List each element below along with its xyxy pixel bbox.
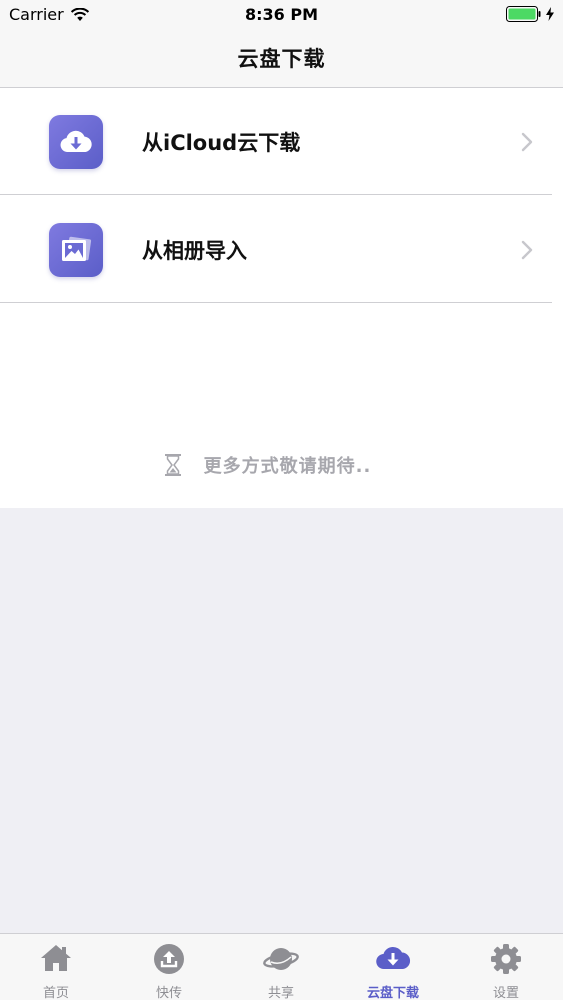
charging-bolt-icon bbox=[546, 7, 554, 21]
tab-home[interactable]: 首页 bbox=[0, 934, 112, 1000]
tab-label: 云盘下载 bbox=[366, 986, 419, 1000]
tab-label: 共享 bbox=[267, 986, 294, 1000]
battery-icon bbox=[506, 6, 541, 22]
row-divider bbox=[0, 302, 552, 303]
download-options: 从iCloud云下载 从相册导入 更多方式敬请期待.. bbox=[0, 88, 563, 508]
hourglass-icon bbox=[164, 454, 181, 476]
chevron-right-icon bbox=[521, 240, 533, 260]
list-item-photo-import[interactable]: 从相册导入 bbox=[0, 196, 563, 304]
page-title: 云盘下载 bbox=[237, 46, 326, 71]
tab-label: 首页 bbox=[42, 986, 69, 1000]
tab-cloud-download[interactable]: 云盘下载 bbox=[337, 934, 449, 1000]
tab-share[interactable]: 共享 bbox=[225, 934, 337, 1000]
status-bar: Carrier 8:36 PM bbox=[0, 0, 563, 28]
planet-icon bbox=[263, 948, 299, 970]
cloud-download-icon bbox=[376, 946, 411, 970]
list-item-label: 从相册导入 bbox=[142, 239, 247, 263]
upload-circle-icon bbox=[154, 944, 184, 974]
more-options-note: 更多方式敬请期待.. bbox=[0, 450, 563, 480]
navigation-bar: 云盘下载 bbox=[0, 28, 563, 88]
gear-icon bbox=[491, 944, 521, 974]
screen: Carrier 8:36 PM 云盘下载 从iCloud云下载 从相册导入 更多… bbox=[0, 0, 563, 1000]
list-item-icloud-download[interactable]: 从iCloud云下载 bbox=[0, 88, 563, 196]
tab-label: 设置 bbox=[492, 986, 519, 1000]
home-icon bbox=[41, 945, 71, 971]
battery-indicator bbox=[506, 6, 555, 22]
list-item-label: 从iCloud云下载 bbox=[142, 131, 301, 155]
status-time: 8:36 PM bbox=[244, 5, 318, 24]
row-divider bbox=[0, 194, 552, 195]
more-options-text: 更多方式敬请期待.. bbox=[203, 456, 372, 477]
tab-settings[interactable]: 设置 bbox=[450, 934, 562, 1000]
tab-bar: 首页 快传 共享 云盘下载 设置 bbox=[0, 933, 563, 1000]
chevron-right-icon bbox=[521, 132, 533, 152]
tab-quick-transfer[interactable]: 快传 bbox=[113, 934, 225, 1000]
photo-album-icon bbox=[49, 223, 103, 277]
tab-label: 快传 bbox=[155, 986, 182, 1000]
cloud-download-icon bbox=[49, 115, 103, 169]
